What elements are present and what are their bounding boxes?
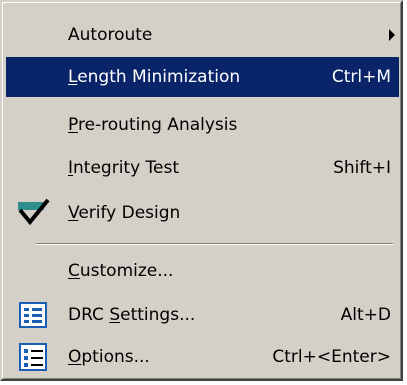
menu-item-verify-design[interactable]: Verify Design	[6, 193, 399, 233]
menu-item-label: Options...	[68, 337, 150, 377]
label-start: DRC	[68, 305, 110, 325]
submenu-arrow-icon	[389, 29, 395, 41]
label-rest: ength Minimization	[77, 67, 241, 87]
menu-item-shortcut: Alt+D	[340, 305, 391, 325]
menu-item-drc-settings[interactable]: DRC Settings... Alt+D	[6, 295, 399, 335]
menu-item-customize[interactable]: Customize...	[6, 251, 399, 291]
label-rest: erify Design	[78, 203, 181, 223]
label-rest: re-routing Analysis	[77, 115, 238, 135]
mnemonic: O	[68, 347, 82, 367]
menu-item-options[interactable]: Options... Ctrl+<Enter>	[6, 337, 399, 377]
menu-item-label: Integrity Test	[68, 148, 179, 188]
menu-item-pre-routing-analysis[interactable]: Pre-routing Analysis	[6, 105, 399, 145]
label-rest: ntegrity Test	[73, 158, 180, 178]
menu-item-label: DRC Settings...	[68, 295, 195, 335]
menu-item-shortcut: Shift+I	[333, 158, 391, 178]
context-menu: Autoroute Length Minimization Ctrl+M Pre…	[0, 0, 403, 381]
label-rest: ettings...	[120, 305, 196, 325]
menu-item-label: Pre-routing Analysis	[68, 105, 237, 145]
label-rest: ptions...	[81, 347, 150, 367]
menu-item-label: Autoroute	[68, 25, 153, 45]
label-rest: ustomize...	[79, 261, 174, 281]
verify-check-icon	[18, 198, 50, 226]
menu-item-label: Customize...	[68, 251, 173, 291]
mnemonic: C	[68, 261, 80, 281]
menu-item-label: Length Minimization	[68, 57, 240, 97]
mnemonic: L	[68, 67, 78, 87]
menu-item-shortcut: Ctrl+<Enter>	[272, 347, 391, 367]
menu-item-shortcut: Ctrl+M	[331, 67, 391, 87]
mnemonic: P	[68, 115, 78, 135]
options-list-icon	[19, 343, 47, 371]
menu-item-length-minimization[interactable]: Length Minimization Ctrl+M	[6, 57, 399, 97]
drc-settings-icon	[19, 302, 47, 328]
menu-item-label: Verify Design	[68, 193, 180, 233]
menu-item-integrity-test[interactable]: Integrity Test Shift+I	[6, 148, 399, 188]
mnemonic: S	[109, 305, 121, 325]
menu-item-autoroute[interactable]: Autoroute	[6, 15, 399, 55]
mnemonic: V	[68, 203, 79, 223]
menu-separator	[36, 243, 393, 245]
